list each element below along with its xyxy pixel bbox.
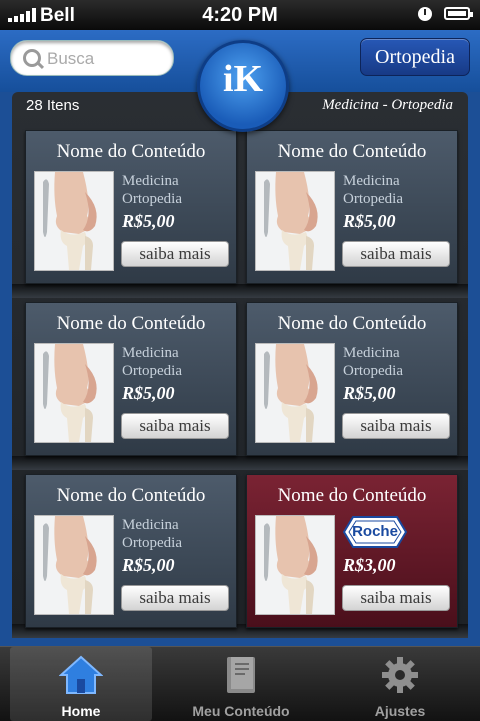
tab-label: Home	[61, 703, 101, 719]
knee-thumbnail	[34, 515, 114, 615]
content-card[interactable]: Nome do Conteúdo Medicina Ortopedia R$5,…	[25, 130, 237, 284]
item-count: 28 Itens	[26, 97, 80, 114]
shelf-divider	[12, 284, 468, 298]
card-title: Nome do Conteúdo	[56, 313, 206, 334]
breadcrumb: Medicina - Ortopedia	[322, 97, 453, 113]
more-info-button[interactable]: saiba mais	[342, 413, 450, 439]
card-price: R$5,00	[122, 211, 175, 231]
sponsored-content-card[interactable]: Nome do Conteúdo Roche R$3,00 saiba mais	[246, 474, 458, 628]
card-title: Nome do Conteúdo	[56, 485, 206, 506]
card-category: Medicina	[343, 345, 400, 361]
card-category: Medicina	[343, 173, 400, 189]
card-category: Medicina	[122, 173, 179, 189]
knee-thumbnail	[255, 343, 335, 443]
card-price: R$5,00	[343, 211, 396, 231]
logo-text: iK	[222, 58, 264, 100]
sponsor-name: Roche	[352, 523, 398, 540]
card-price: R$3,00	[343, 555, 396, 575]
alarm-clock-icon	[418, 7, 432, 21]
status-time: 4:20 PM	[202, 4, 278, 26]
tab-bar: Home Meu Conteúdo Ajustes	[0, 646, 480, 721]
knee-thumbnail	[34, 343, 114, 443]
search-input[interactable]	[45, 46, 169, 72]
card-price: R$5,00	[122, 555, 175, 575]
knee-thumbnail	[255, 515, 335, 615]
category-button[interactable]: Ortopedia	[360, 38, 470, 76]
card-subcategory: Ortopedia	[122, 191, 182, 207]
card-title: Nome do Conteúdo	[56, 141, 206, 162]
card-category: Medicina	[122, 517, 179, 533]
card-price: R$5,00	[122, 383, 175, 403]
more-info-button[interactable]: saiba mais	[121, 413, 229, 439]
status-bar: Bell 4:20 PM	[0, 0, 480, 30]
knee-thumbnail	[34, 171, 114, 271]
tab-home[interactable]: Home	[10, 647, 152, 721]
card-subcategory: Ortopedia	[343, 191, 403, 207]
gear-icon	[378, 655, 422, 695]
card-subcategory: Ortopedia	[343, 363, 403, 379]
app-logo: iK	[197, 40, 289, 132]
tab-my-content[interactable]: Meu Conteúdo	[168, 647, 314, 721]
tab-label: Ajustes	[374, 703, 426, 719]
sponsor-logo: Roche	[342, 515, 408, 549]
card-title: Nome do Conteúdo	[277, 485, 427, 506]
knee-thumbnail	[255, 171, 335, 271]
card-title: Nome do Conteúdo	[277, 313, 427, 334]
search-box[interactable]	[10, 40, 174, 76]
home-icon	[58, 655, 104, 695]
shelf-divider	[12, 456, 468, 470]
tab-label: Meu Conteúdo	[192, 703, 290, 719]
book-icon	[219, 655, 263, 695]
card-category: Medicina	[122, 345, 179, 361]
battery-icon	[444, 7, 473, 20]
more-info-button[interactable]: saiba mais	[121, 241, 229, 267]
card-subcategory: Ortopedia	[122, 535, 182, 551]
more-info-button[interactable]: saiba mais	[342, 585, 450, 611]
card-price: R$5,00	[343, 383, 396, 403]
content-card[interactable]: Nome do Conteúdo Medicina Ortopedia R$5,…	[25, 474, 237, 628]
search-icon	[23, 49, 41, 67]
content-card[interactable]: Nome do Conteúdo Medicina Ortopedia R$5,…	[246, 130, 458, 284]
card-title: Nome do Conteúdo	[277, 141, 427, 162]
more-info-button[interactable]: saiba mais	[121, 585, 229, 611]
more-info-button[interactable]: saiba mais	[342, 241, 450, 267]
tab-settings[interactable]: Ajustes	[330, 647, 470, 721]
content-card[interactable]: Nome do Conteúdo Medicina Ortopedia R$5,…	[246, 302, 458, 456]
content-card[interactable]: Nome do Conteúdo Medicina Ortopedia R$5,…	[25, 302, 237, 456]
card-subcategory: Ortopedia	[122, 363, 182, 379]
